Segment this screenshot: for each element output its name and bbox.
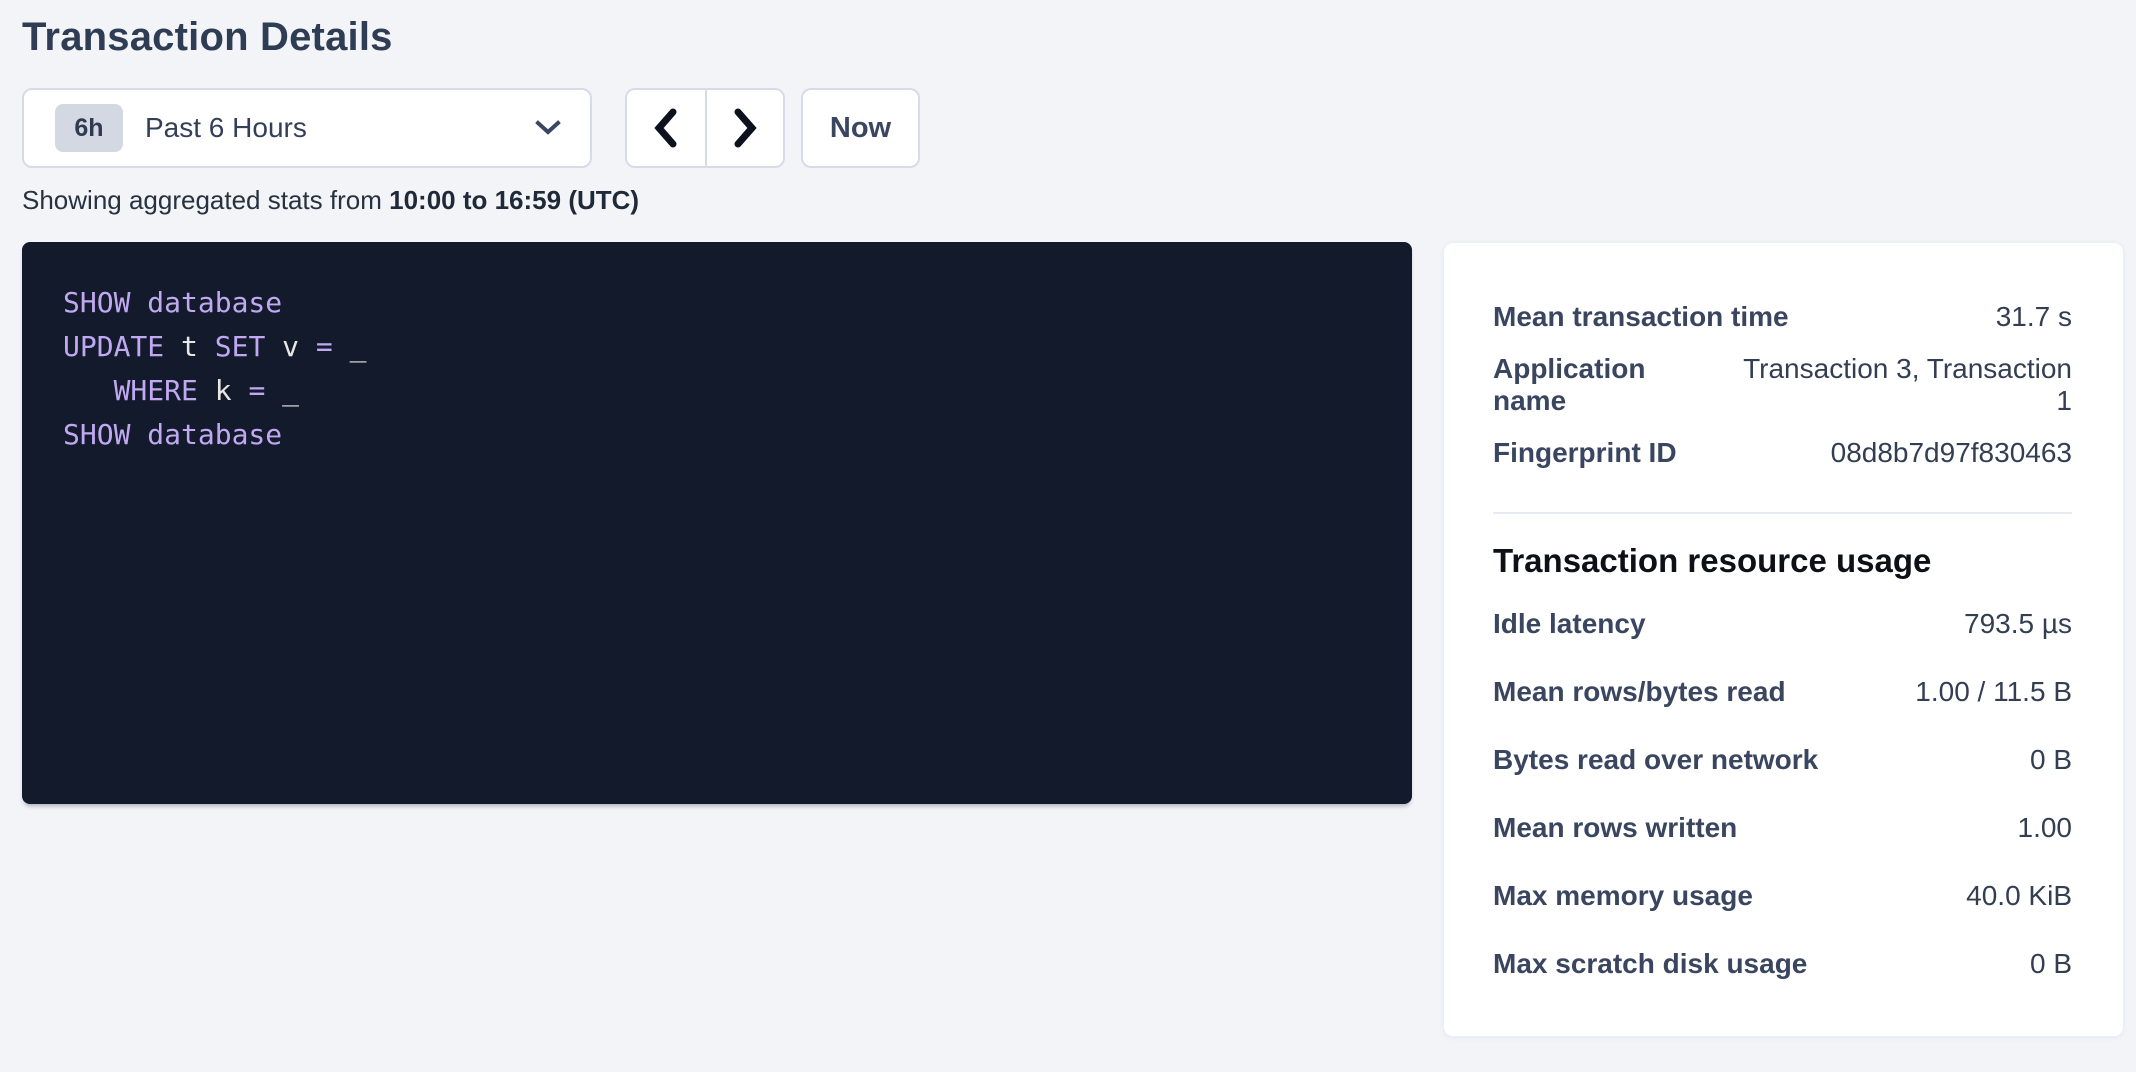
stat-label: Bytes read over network (1493, 744, 1818, 776)
stat-value: 08d8b7d97f830463 (1831, 437, 2072, 469)
page-title: Transaction Details (22, 14, 2124, 60)
stat-value: Transaction 3, Transaction 1 (1724, 353, 2072, 417)
stat-row: Max memory usage 40.0 KiB (1493, 862, 2072, 930)
stat-label: Max memory usage (1493, 880, 1753, 912)
time-range-badge: 6h (55, 104, 123, 152)
stat-row: Mean rows/bytes read 1.00 / 11.5 B (1493, 658, 2072, 726)
stat-label: Mean rows written (1493, 812, 1737, 844)
stat-row: Bytes read over network 0 B (1493, 726, 2072, 794)
time-range-label: Past 6 Hours (145, 112, 307, 144)
content-row: SHOW databaseUPDATE t SET v = _ WHERE k … (22, 242, 2124, 1037)
stat-label: Mean transaction time (1493, 301, 1789, 333)
transaction-details-page: Transaction Details 6h Past 6 Hours Now … (0, 0, 2136, 1072)
chevron-down-icon (534, 119, 562, 137)
resource-usage-heading: Transaction resource usage (1493, 541, 2072, 581)
stat-row: Fingerprint ID 08d8b7d97f830463 (1493, 419, 2072, 487)
sql-line: WHERE k = _ (63, 369, 1382, 413)
sql-line: SHOW database (63, 413, 1382, 457)
now-button[interactable]: Now (801, 88, 920, 168)
stat-value: 0 B (2030, 948, 2072, 980)
sql-statements-box: SHOW databaseUPDATE t SET v = _ WHERE k … (22, 242, 1412, 804)
stat-value: 40.0 KiB (1966, 880, 2072, 912)
stat-value: 0 B (2030, 744, 2072, 776)
time-toolbar: 6h Past 6 Hours Now (22, 88, 2124, 168)
sql-code: SHOW databaseUPDATE t SET v = _ WHERE k … (63, 281, 1382, 457)
chevron-right-icon (732, 107, 758, 149)
stat-row: Application name Transaction 3, Transact… (1493, 351, 2072, 419)
stat-value: 31.7 s (1996, 301, 2072, 333)
stat-label: Fingerprint ID (1493, 437, 1677, 469)
stat-value: 1.00 / 11.5 B (1915, 676, 2072, 708)
next-time-button[interactable] (705, 90, 783, 166)
time-summary-range: 10:00 to 16:59 (UTC) (389, 185, 639, 215)
stat-row: Max scratch disk usage 0 B (1493, 930, 2072, 998)
panel-divider (1493, 512, 2072, 514)
stat-label: Max scratch disk usage (1493, 948, 1807, 980)
stat-label: Mean rows/bytes read (1493, 676, 1786, 708)
sql-line: UPDATE t SET v = _ (63, 325, 1382, 369)
chevron-left-icon (653, 107, 679, 149)
stats-panel: Mean transaction time 31.7 s Application… (1443, 242, 2124, 1037)
stat-row: Mean transaction time 31.7 s (1493, 283, 2072, 351)
stat-label: Application name (1493, 353, 1724, 417)
time-summary-prefix: Showing aggregated stats from (22, 185, 389, 215)
sql-line: SHOW database (63, 281, 1382, 325)
stat-value: 1.00 (2018, 812, 2073, 844)
time-range-dropdown[interactable]: 6h Past 6 Hours (22, 88, 592, 168)
stat-row: Mean rows written 1.00 (1493, 794, 2072, 862)
time-nav-group (625, 88, 785, 168)
stat-value: 793.5 µs (1964, 608, 2072, 640)
stat-label: Idle latency (1493, 608, 1646, 640)
stat-row: Idle latency 793.5 µs (1493, 590, 2072, 658)
time-summary: Showing aggregated stats from 10:00 to 1… (22, 184, 2124, 216)
prev-time-button[interactable] (627, 90, 705, 166)
